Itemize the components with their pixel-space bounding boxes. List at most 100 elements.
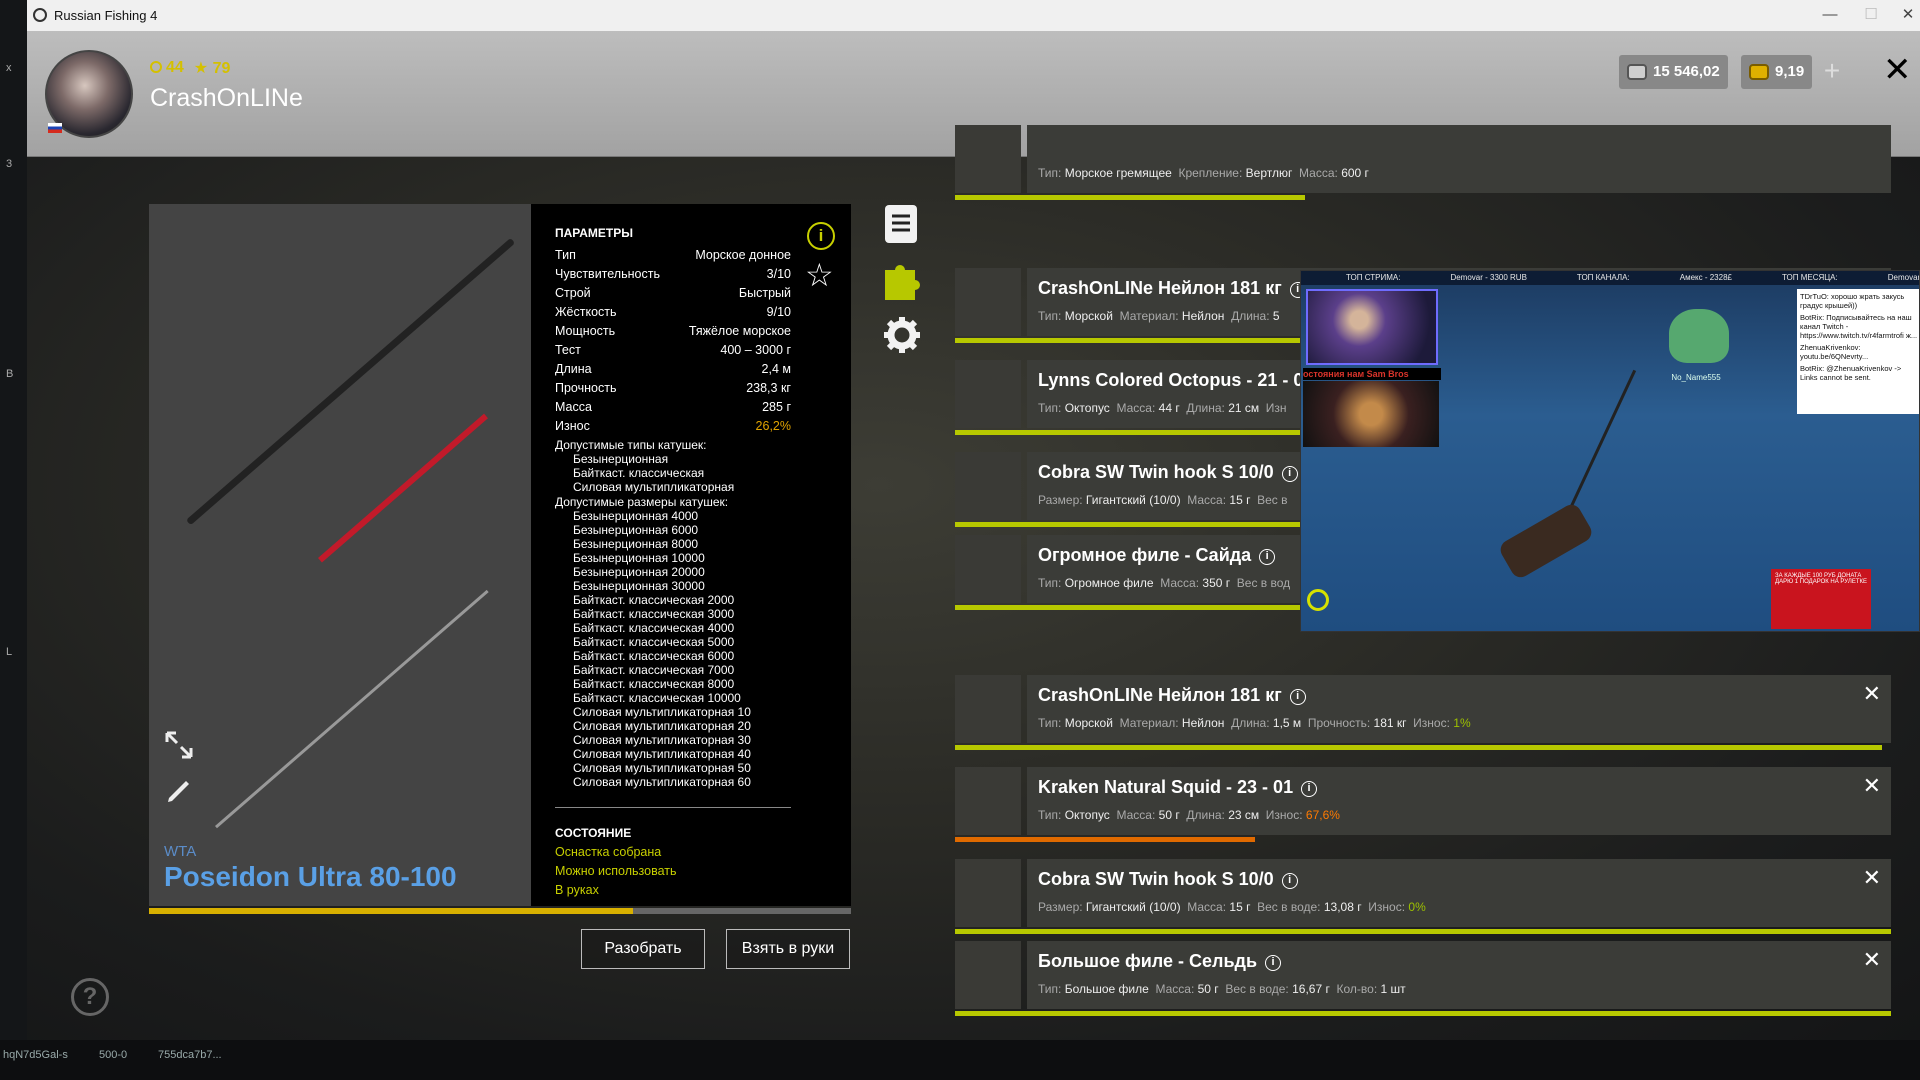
desc-key: Размер: [1038,900,1083,914]
desc-value: 1 шт [1380,982,1406,996]
list-icon[interactable] [883,205,919,243]
list-item: Байткаст. классическая 3000 [573,607,735,621]
item-thumbnail [955,452,1021,520]
gear-icon[interactable] [883,316,920,353]
param-row: Износ 26,2% [555,419,791,433]
close-button[interactable]: ✕ [1883,52,1912,88]
desc-key: Вес в [1257,493,1288,507]
desc-key: Длина: [1231,309,1270,323]
item-name-text: Lynns Colored Octopus - 21 - 03 [1038,370,1314,390]
puzzle-icon[interactable] [883,262,921,300]
state-line: В руках [555,883,599,897]
desc-value: Октопус [1064,808,1110,822]
item-name-text: Cobra SW Twin hook S 10/0 [1038,462,1274,482]
desc-key: Длина: [1231,716,1270,730]
reel-types-heading: Допустимые типы катушек: [555,438,707,452]
params-panel: ПАРАМЕТРЫ i ☆ Тип Морское донное Чувствите… [531,204,851,906]
item-wear-bar [955,1011,1891,1016]
strip-text: x [6,62,12,74]
param-row: Масса 285 г [555,400,791,414]
secondary-cam [1303,381,1439,447]
desc-key: Изн [1265,401,1287,415]
desc-key: Прочность: [1307,716,1371,730]
desc-value: 15 г [1229,493,1251,507]
desc-value: 350 г [1202,576,1231,590]
info-icon[interactable]: i [1301,781,1318,797]
item-name-text: Огромное филе - Сайда [1038,545,1252,565]
tackle-item[interactable]: Cobra SW Twin hook S 10/0 i Размер: Гигант… [955,859,1891,934]
desc-key: Масса: [1116,401,1156,415]
list-item: Байткаст. классическая 6000 [573,649,735,663]
help-icon[interactable]: ? [71,978,109,1016]
desc-key: Масса: [1116,808,1156,822]
list-item: Байткаст. классическая 5000 [573,635,735,649]
chat-message: BotRix: @ZhenuaKrivenkov -> Links cannot… [1800,364,1902,382]
maximize-button[interactable]: ☐ [1860,4,1882,26]
item-desc: Размер: Гигантский (10/0) Масса: 15 г Ве… [1038,493,1298,507]
window-close-button[interactable]: ✕ [1897,4,1919,26]
param-value: Морское донное [695,248,791,262]
item-name: Kraken Natural Squid - 23 - 01 i [1038,777,1318,798]
desc-value: Большое филе [1064,982,1149,996]
param-row: Тип Морское донное [555,248,791,262]
remove-item-icon[interactable]: ✕ [1863,865,1881,891]
desc-key: Длина: [1186,808,1225,822]
list-item: Байткаст. классическая 4000 [573,621,735,635]
item-wear-bar [955,605,1305,610]
chat-message: TDrTuO: хорошо жрать закусь градус крыше… [1800,292,1905,310]
params-heading: ПАРАМЕТРЫ [555,226,633,240]
item-name-text: CrashOnLINe Нейлон 181 кг [1038,685,1282,705]
tackle-item[interactable]: Тип: Морское гремящее Крепление: Вертлюг… [955,125,1891,200]
disassemble-button[interactable]: Разобрать [581,929,705,969]
take-in-hands-button[interactable]: Взять в руки [726,929,850,969]
item-name: Cobra SW Twin hook S 10/0 i [1038,462,1298,483]
remove-item-icon[interactable]: ✕ [1863,947,1881,973]
desc-value: 600 г [1341,166,1369,180]
stars-value: 79 [212,60,231,77]
list-item: Силовая мультипликаторная 30 [573,733,751,747]
list-item: Байткаст. классическая 7000 [573,663,735,677]
item-wear-bar [955,929,1891,934]
param-key: Масса [555,400,592,414]
remove-item-icon[interactable]: ✕ [1863,681,1881,707]
favorite-star-icon[interactable]: ☆ [805,256,834,294]
tackle-item[interactable]: Kraken Natural Squid - 23 - 01 i Тип: Окто… [955,767,1891,842]
info-icon[interactable]: i [1281,873,1298,889]
status-bar: hqN7d5Gal-s 500-0 755dca7b7... [0,1040,1920,1080]
left-window-strip: x 3 B L [0,0,27,1040]
list-item: Безынерционная 10000 [573,551,705,565]
gold-balance[interactable]: 9,19 [1741,55,1813,89]
param-value: Тяжёлое морское [688,324,791,338]
edit-pencil-icon[interactable] [164,776,194,814]
item-name: Большое филе - Сельдь i [1038,951,1282,972]
param-key: Тест [555,343,581,357]
desc-key: Вес в воде: [1257,900,1321,914]
status-text: 755dca7b7... [158,1049,222,1061]
minimize-button[interactable]: — [1819,4,1841,26]
info-icon[interactable]: i [1259,549,1276,565]
desc-value: Октопус [1064,401,1110,415]
tackle-item[interactable]: Большое филе - Сельдь i Тип: Большое филе … [955,941,1891,1016]
info-icon[interactable]: i [1289,689,1306,705]
expand-icon[interactable] [164,730,194,768]
item-wear-bar [955,195,1305,200]
desc-key: Материал: [1119,309,1179,323]
info-icon[interactable]: i [807,222,835,250]
remove-item-icon[interactable]: ✕ [1863,773,1881,799]
item-wear-bar [955,522,1305,527]
tackle-item[interactable]: CrashOnLINe Нейлон 181 кг i Тип: Морской М… [955,675,1891,750]
stream-topbar: ТОП СТРИМА: Demovar - 3300 RUB ТОП КАНАЛА:… [1301,271,1919,285]
desc-key: Масса: [1155,982,1195,996]
info-icon[interactable]: i [1281,466,1298,482]
strip-text: B [6,368,14,380]
desc-value: Морской [1064,309,1113,323]
desc-value: Морской [1064,716,1113,730]
desc-value: 15 г [1229,900,1251,914]
silver-balance[interactable]: 15 546,02 [1619,55,1728,89]
player-stats: 44 ★ 79 [150,58,230,78]
gold-value: 9,19 [1775,63,1805,80]
add-gold-button[interactable]: + [1817,56,1847,88]
item-thumbnail [955,535,1021,603]
strip-text: 3 [6,158,13,170]
info-icon[interactable]: i [1265,955,1282,971]
